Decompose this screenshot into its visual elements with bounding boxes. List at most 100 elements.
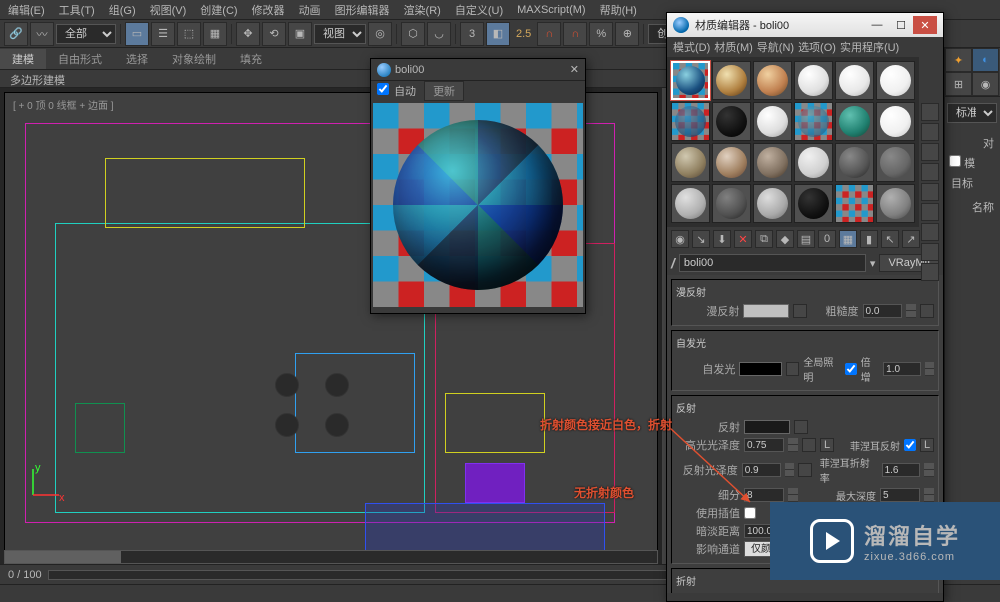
material-slot[interactable]: [794, 61, 833, 100]
mat-id-icon[interactable]: 0: [818, 230, 836, 248]
material-slot[interactable]: [835, 184, 874, 223]
menu-animation[interactable]: 动画: [295, 2, 325, 18]
spinner-arrows[interactable]: [788, 438, 798, 452]
mat-menu-mode[interactable]: 模式(D): [673, 39, 710, 55]
rotate-tool-icon[interactable]: ⟲: [262, 22, 286, 46]
rgloss-map-button[interactable]: [798, 463, 812, 477]
show-end-icon[interactable]: ▮: [860, 230, 878, 248]
put-to-scene-icon[interactable]: ↘: [692, 230, 710, 248]
fresnel-ior-spinner[interactable]: 1.6: [882, 463, 921, 477]
menu-edit[interactable]: 编辑(E): [4, 2, 49, 18]
make-copy-icon[interactable]: ⧉: [755, 230, 773, 248]
layer-filter-select[interactable]: 全部: [56, 24, 116, 44]
mat-menu-navigation[interactable]: 导航(N): [757, 39, 794, 55]
minimize-icon[interactable]: —: [865, 16, 889, 34]
close-icon[interactable]: ✕: [570, 63, 579, 76]
material-slot[interactable]: [835, 61, 874, 100]
ribbon-tab-freeform[interactable]: 自由形式: [46, 49, 114, 69]
reset-icon[interactable]: ✕: [734, 230, 752, 248]
hierarchy-tab-icon[interactable]: ⊞: [945, 72, 972, 96]
spinner-arrows[interactable]: [924, 463, 934, 477]
window-crossing-icon[interactable]: ▦: [203, 22, 227, 46]
picker-icon[interactable]: /: [671, 255, 675, 271]
material-slot[interactable]: [712, 143, 751, 182]
menu-tools[interactable]: 工具(T): [55, 2, 99, 18]
material-slot[interactable]: [753, 61, 792, 100]
menu-group[interactable]: 组(G): [105, 2, 140, 18]
hscroll-thumb[interactable]: [5, 551, 121, 563]
background-icon[interactable]: [921, 143, 939, 161]
backlight-icon[interactable]: [921, 123, 939, 141]
ref-coord-select[interactable]: 视图: [314, 24, 366, 44]
menu-view[interactable]: 视图(V): [146, 2, 191, 18]
menu-graph-editors[interactable]: 图形编辑器: [331, 2, 394, 18]
menu-create[interactable]: 创建(C): [196, 2, 241, 18]
material-slot[interactable]: [671, 143, 710, 182]
material-slot[interactable]: [794, 143, 833, 182]
snap-icon[interactable]: ⬡: [401, 22, 425, 46]
material-slot[interactable]: [794, 184, 833, 223]
select-by-mat-icon[interactable]: [921, 243, 939, 261]
material-slot[interactable]: [671, 102, 710, 141]
diffuse-color-swatch[interactable]: [743, 304, 789, 318]
material-slot[interactable]: [835, 143, 874, 182]
diffuse-map-button[interactable]: [793, 304, 807, 318]
material-slot[interactable]: [876, 102, 915, 141]
fresnel-checkbox[interactable]: [904, 439, 916, 451]
material-slot[interactable]: [712, 61, 751, 100]
spinner-arrows[interactable]: [924, 488, 934, 502]
reflect-map-button[interactable]: [794, 420, 808, 434]
magnet2-icon[interactable]: ∩: [563, 22, 587, 46]
select-name-icon[interactable]: ☰: [151, 22, 175, 46]
ribbon-tab-populate[interactable]: 填充: [228, 49, 274, 69]
ribbon-tab-modeling[interactable]: 建模: [0, 49, 46, 69]
slot-count-icon[interactable]: [921, 263, 939, 281]
link-icon[interactable]: 🔗: [4, 22, 28, 46]
sample-uv-icon[interactable]: [921, 163, 939, 181]
close-icon[interactable]: ✕: [913, 16, 937, 34]
lock-button[interactable]: L: [820, 438, 834, 452]
cmd-create-type-select[interactable]: 标准: [947, 103, 997, 123]
modify-tab-icon[interactable]: ◐: [972, 48, 999, 72]
material-slot[interactable]: [671, 61, 710, 100]
spinner-snap-icon[interactable]: ⊕: [615, 22, 639, 46]
hgloss-map-button[interactable]: [802, 438, 816, 452]
go-parent-icon[interactable]: ↖: [881, 230, 899, 248]
selfillum-map-button[interactable]: [786, 362, 799, 376]
sample-type-icon[interactable]: [921, 103, 939, 121]
material-slot[interactable]: [794, 102, 833, 141]
mat-menu-options[interactable]: 选项(O): [798, 39, 836, 55]
maxdepth-spinner[interactable]: 5: [880, 488, 920, 502]
material-name-input[interactable]: [679, 254, 866, 272]
menu-customize[interactable]: 自定义(U): [451, 2, 507, 18]
material-slot[interactable]: [712, 184, 751, 223]
assign-icon[interactable]: ⬇: [713, 230, 731, 248]
make-unique-icon[interactable]: ◆: [776, 230, 794, 248]
mult-spinner[interactable]: 1.0: [883, 362, 921, 376]
roughness-spinner[interactable]: 0.0: [863, 304, 903, 318]
auto-update-checkbox[interactable]: 自动: [377, 83, 416, 99]
dropdown-icon[interactable]: ▾: [870, 257, 876, 270]
magnet-icon[interactable]: ∩: [537, 22, 561, 46]
material-slot[interactable]: [753, 184, 792, 223]
material-slot[interactable]: [835, 102, 874, 141]
ribbon-tab-selection[interactable]: 选择: [114, 49, 160, 69]
spinner-arrows[interactable]: [906, 304, 916, 318]
motion-tab-icon[interactable]: ◉: [972, 72, 999, 96]
material-slot[interactable]: [712, 102, 751, 141]
ribbon-tab-objectpaint[interactable]: 对象绘制: [160, 49, 228, 69]
select-tool-icon[interactable]: ▭: [125, 22, 149, 46]
mat-menu-utilities[interactable]: 实用程序(U): [840, 39, 899, 55]
go-forward-icon[interactable]: ↗: [902, 230, 920, 248]
scale-tool-icon[interactable]: ▣: [288, 22, 312, 46]
options-icon[interactable]: [921, 223, 939, 241]
maximize-icon[interactable]: ☐: [889, 16, 913, 34]
material-slot[interactable]: [876, 143, 915, 182]
get-material-icon[interactable]: ◉: [671, 230, 689, 248]
selfillum-color-swatch[interactable]: [739, 362, 782, 376]
snap-3d-icon[interactable]: 3: [460, 22, 484, 46]
mat-editor-titlebar[interactable]: 材质编辑器 - boli00 — ☐ ✕: [667, 13, 943, 37]
preview-icon[interactable]: [921, 203, 939, 221]
material-slot[interactable]: [671, 184, 710, 223]
hgloss-spinner[interactable]: 0.75: [744, 438, 784, 452]
